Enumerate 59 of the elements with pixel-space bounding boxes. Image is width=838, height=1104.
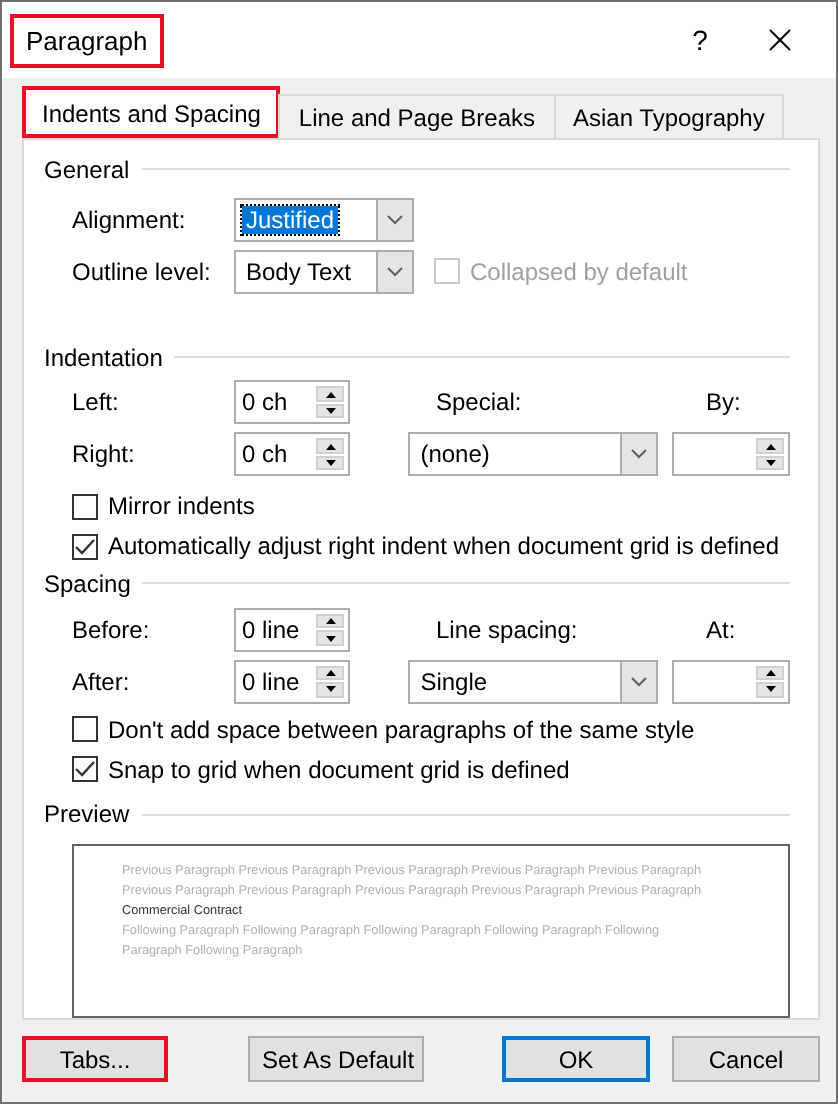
- down-arrow-icon: [325, 686, 335, 693]
- down-arrow-icon: [325, 408, 335, 415]
- down-arrow-icon: [325, 460, 335, 467]
- dialog-button[interactable]: Tabs...: [22, 1036, 168, 1082]
- checkbox[interactable]: [72, 533, 98, 560]
- field-label: Outline level:: [72, 257, 213, 286]
- dialog-button[interactable]: OK: [502, 1036, 650, 1082]
- dropdown[interactable]: Single: [408, 659, 659, 704]
- field-label: At:: [706, 615, 736, 644]
- close-icon: [768, 28, 792, 52]
- down-arrow-icon: [765, 686, 775, 693]
- dropdown[interactable]: Body Text: [234, 249, 414, 294]
- section-heading: Indentation: [44, 343, 163, 371]
- section-heading: General: [44, 155, 130, 184]
- checkbox-label: Mirror indents: [108, 492, 255, 521]
- chevron-down-icon: [386, 265, 404, 278]
- dialog-button[interactable]: Cancel: [672, 1036, 820, 1082]
- checkbox[interactable]: [72, 493, 98, 520]
- chevron-down-icon: [630, 675, 649, 688]
- checkbox-label: Don't add space between paragraphs of the same style: [108, 715, 695, 744]
- field-label: Before:: [72, 615, 152, 644]
- spin-field[interactable]: 0 ch: [234, 432, 350, 477]
- field-label: By:: [706, 388, 741, 417]
- up-arrow-icon: [325, 618, 335, 625]
- field-label: Special:: [436, 388, 524, 417]
- dropdown[interactable]: Justified: [234, 197, 414, 242]
- checkbox-label: Collapsed by default: [470, 257, 688, 286]
- section-heading: Preview: [44, 800, 130, 829]
- chevron-down-icon: [386, 213, 404, 226]
- spin-field[interactable]: 0 line: [234, 659, 350, 704]
- dropdown[interactable]: (none): [408, 432, 659, 477]
- checkbox-label: Snap to grid when document grid is defined: [108, 755, 570, 783]
- section-heading: Spacing: [44, 569, 131, 598]
- dialog-button[interactable]: Set As Default: [248, 1036, 424, 1082]
- field-label: Alignment:: [72, 205, 188, 234]
- tab[interactable]: Line and Page Breaks: [278, 94, 556, 138]
- up-arrow-icon: [325, 391, 335, 398]
- spin-field[interactable]: [672, 432, 790, 477]
- checkbox-label: Automatically adjust right indent when document grid is defined: [108, 532, 780, 561]
- tab[interactable]: Asian Typography: [553, 94, 785, 138]
- spin-field[interactable]: 0 line: [234, 607, 350, 652]
- field-label: Right:: [72, 440, 137, 469]
- field-label: After:: [72, 667, 132, 696]
- up-arrow-icon: [325, 443, 335, 450]
- spin-field[interactable]: [672, 659, 790, 704]
- window-title: Paragraph: [10, 13, 164, 67]
- checkbox[interactable]: [72, 756, 98, 782]
- spin-field[interactable]: 0 ch: [234, 380, 350, 425]
- field-label: Line spacing:: [436, 615, 580, 644]
- tab[interactable]: Indents and Spacing: [22, 86, 281, 138]
- field-label: Left:: [72, 388, 121, 417]
- down-arrow-icon: [765, 460, 775, 467]
- chevron-down-icon: [630, 448, 649, 461]
- help-button[interactable]: ?: [660, 10, 740, 70]
- up-arrow-icon: [325, 669, 335, 676]
- down-arrow-icon: [325, 635, 335, 642]
- up-arrow-icon: [765, 443, 775, 450]
- checkbox[interactable]: [72, 716, 98, 743]
- up-arrow-icon: [765, 669, 775, 676]
